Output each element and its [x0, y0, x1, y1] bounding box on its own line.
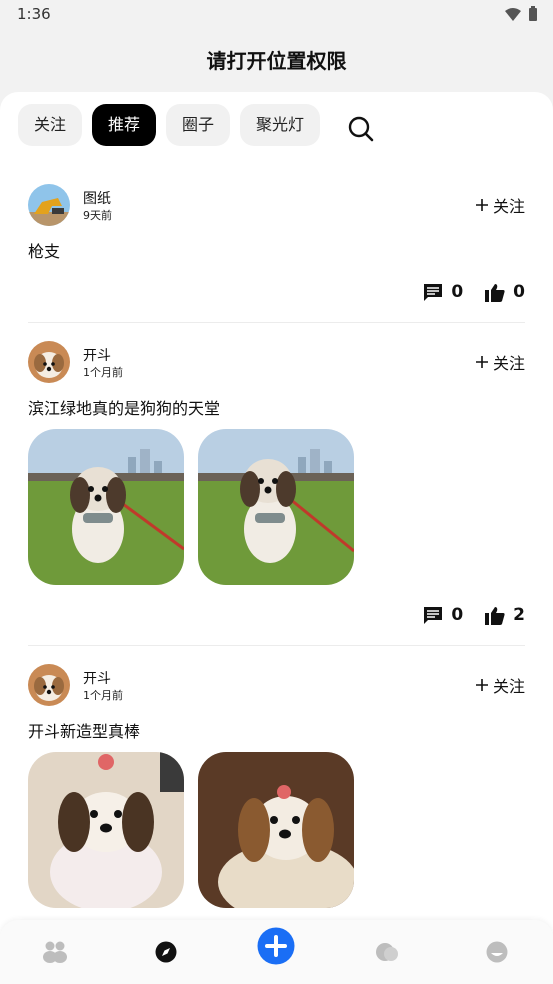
comment-count: 0 [451, 282, 464, 302]
post-header: 图纸 9天前 关注 [28, 184, 525, 230]
chat-icon [376, 943, 398, 961]
like-button[interactable]: 2 [485, 605, 525, 625]
follow-label: 关注 [492, 354, 525, 373]
post-image[interactable] [198, 752, 354, 908]
like-button[interactable]: 0 [485, 282, 525, 302]
nav-add[interactable] [257, 927, 295, 965]
post-time: 9天前 [83, 209, 112, 222]
post-text: 滨江绿地真的是狗狗的天堂 [28, 399, 221, 418]
comment-button[interactable]: 0 [423, 605, 463, 625]
post-username[interactable]: 开斗 [83, 345, 111, 365]
follow-label: 关注 [492, 197, 525, 216]
thumb-up-icon [485, 283, 505, 302]
follow-button[interactable]: 关注 [475, 673, 525, 697]
follow-button[interactable]: 关注 [475, 193, 525, 217]
follow-label: 关注 [492, 677, 525, 696]
comment-icon [424, 606, 443, 624]
post-images [28, 429, 525, 585]
post-time: 1个月前 [83, 689, 123, 702]
avatar[interactable] [28, 184, 70, 226]
post-image[interactable] [28, 752, 184, 908]
post-username[interactable]: 开斗 [83, 668, 111, 688]
post-image[interactable] [198, 429, 354, 585]
post-header: 开斗 1个月前 关注 [28, 664, 525, 710]
post-card[interactable]: 开斗 1个月前 关注 滨江绿地真的是狗狗的天堂 0 2 [28, 341, 525, 646]
post-card[interactable]: 图纸 9天前 关注 枪支 0 0 [28, 184, 525, 323]
search-icon[interactable] [346, 114, 376, 144]
plus-icon [475, 679, 488, 691]
page-header: 请打开位置权限 [0, 38, 553, 84]
tab-follow[interactable]: 关注 [18, 104, 83, 146]
post-time: 1个月前 [83, 366, 123, 379]
bottom-nav [0, 920, 553, 984]
post-images [28, 752, 525, 908]
people-icon [43, 941, 67, 963]
avatar[interactable] [28, 664, 70, 706]
comment-button[interactable]: 0 [423, 282, 463, 302]
nav-profile[interactable] [479, 934, 515, 970]
post-feed: 图纸 9天前 关注 枪支 0 0 开斗 1个月前 关注 滨江绿地真的是狗狗的天堂… [0, 176, 553, 969]
post-actions: 0 2 [28, 585, 525, 645]
content-panel: 关注 推荐 圈子 聚光灯 图纸 9天前 关注 枪支 0 0 开斗 1个月前 关注… [0, 92, 553, 984]
like-count: 2 [513, 605, 525, 625]
compass-icon [155, 941, 177, 963]
battery-icon [529, 6, 537, 21]
wifi-icon [505, 7, 521, 21]
tab-bar: 关注 推荐 圈子 聚光灯 [18, 104, 330, 146]
tab-recommend[interactable]: 推荐 [92, 104, 157, 146]
add-icon [257, 927, 295, 965]
post-image[interactable] [28, 429, 184, 585]
post-text: 开斗新造型真棒 [28, 722, 141, 741]
page-title: 请打开位置权限 [206, 49, 347, 73]
nav-people[interactable] [37, 934, 73, 970]
follow-button[interactable]: 关注 [475, 350, 525, 374]
tab-spotlight[interactable]: 聚光灯 [240, 104, 321, 146]
thumb-up-icon [485, 606, 505, 625]
comment-count: 0 [451, 605, 464, 625]
tab-circle[interactable]: 圈子 [166, 104, 231, 146]
like-count: 0 [513, 282, 525, 302]
post-header: 开斗 1个月前 关注 [28, 341, 525, 387]
post-actions: 0 0 [28, 262, 525, 322]
status-bar: 1:36 [0, 0, 553, 30]
nav-discover[interactable] [148, 934, 184, 970]
post-username[interactable]: 图纸 [83, 188, 111, 208]
plus-icon [475, 199, 488, 211]
status-icons [505, 6, 537, 21]
status-time: 1:36 [17, 5, 51, 23]
comment-icon [424, 283, 443, 301]
avatar[interactable] [28, 341, 70, 383]
nav-messages[interactable] [369, 934, 405, 970]
profile-icon [486, 941, 508, 963]
post-text: 枪支 [28, 242, 61, 261]
plus-icon [475, 356, 488, 368]
